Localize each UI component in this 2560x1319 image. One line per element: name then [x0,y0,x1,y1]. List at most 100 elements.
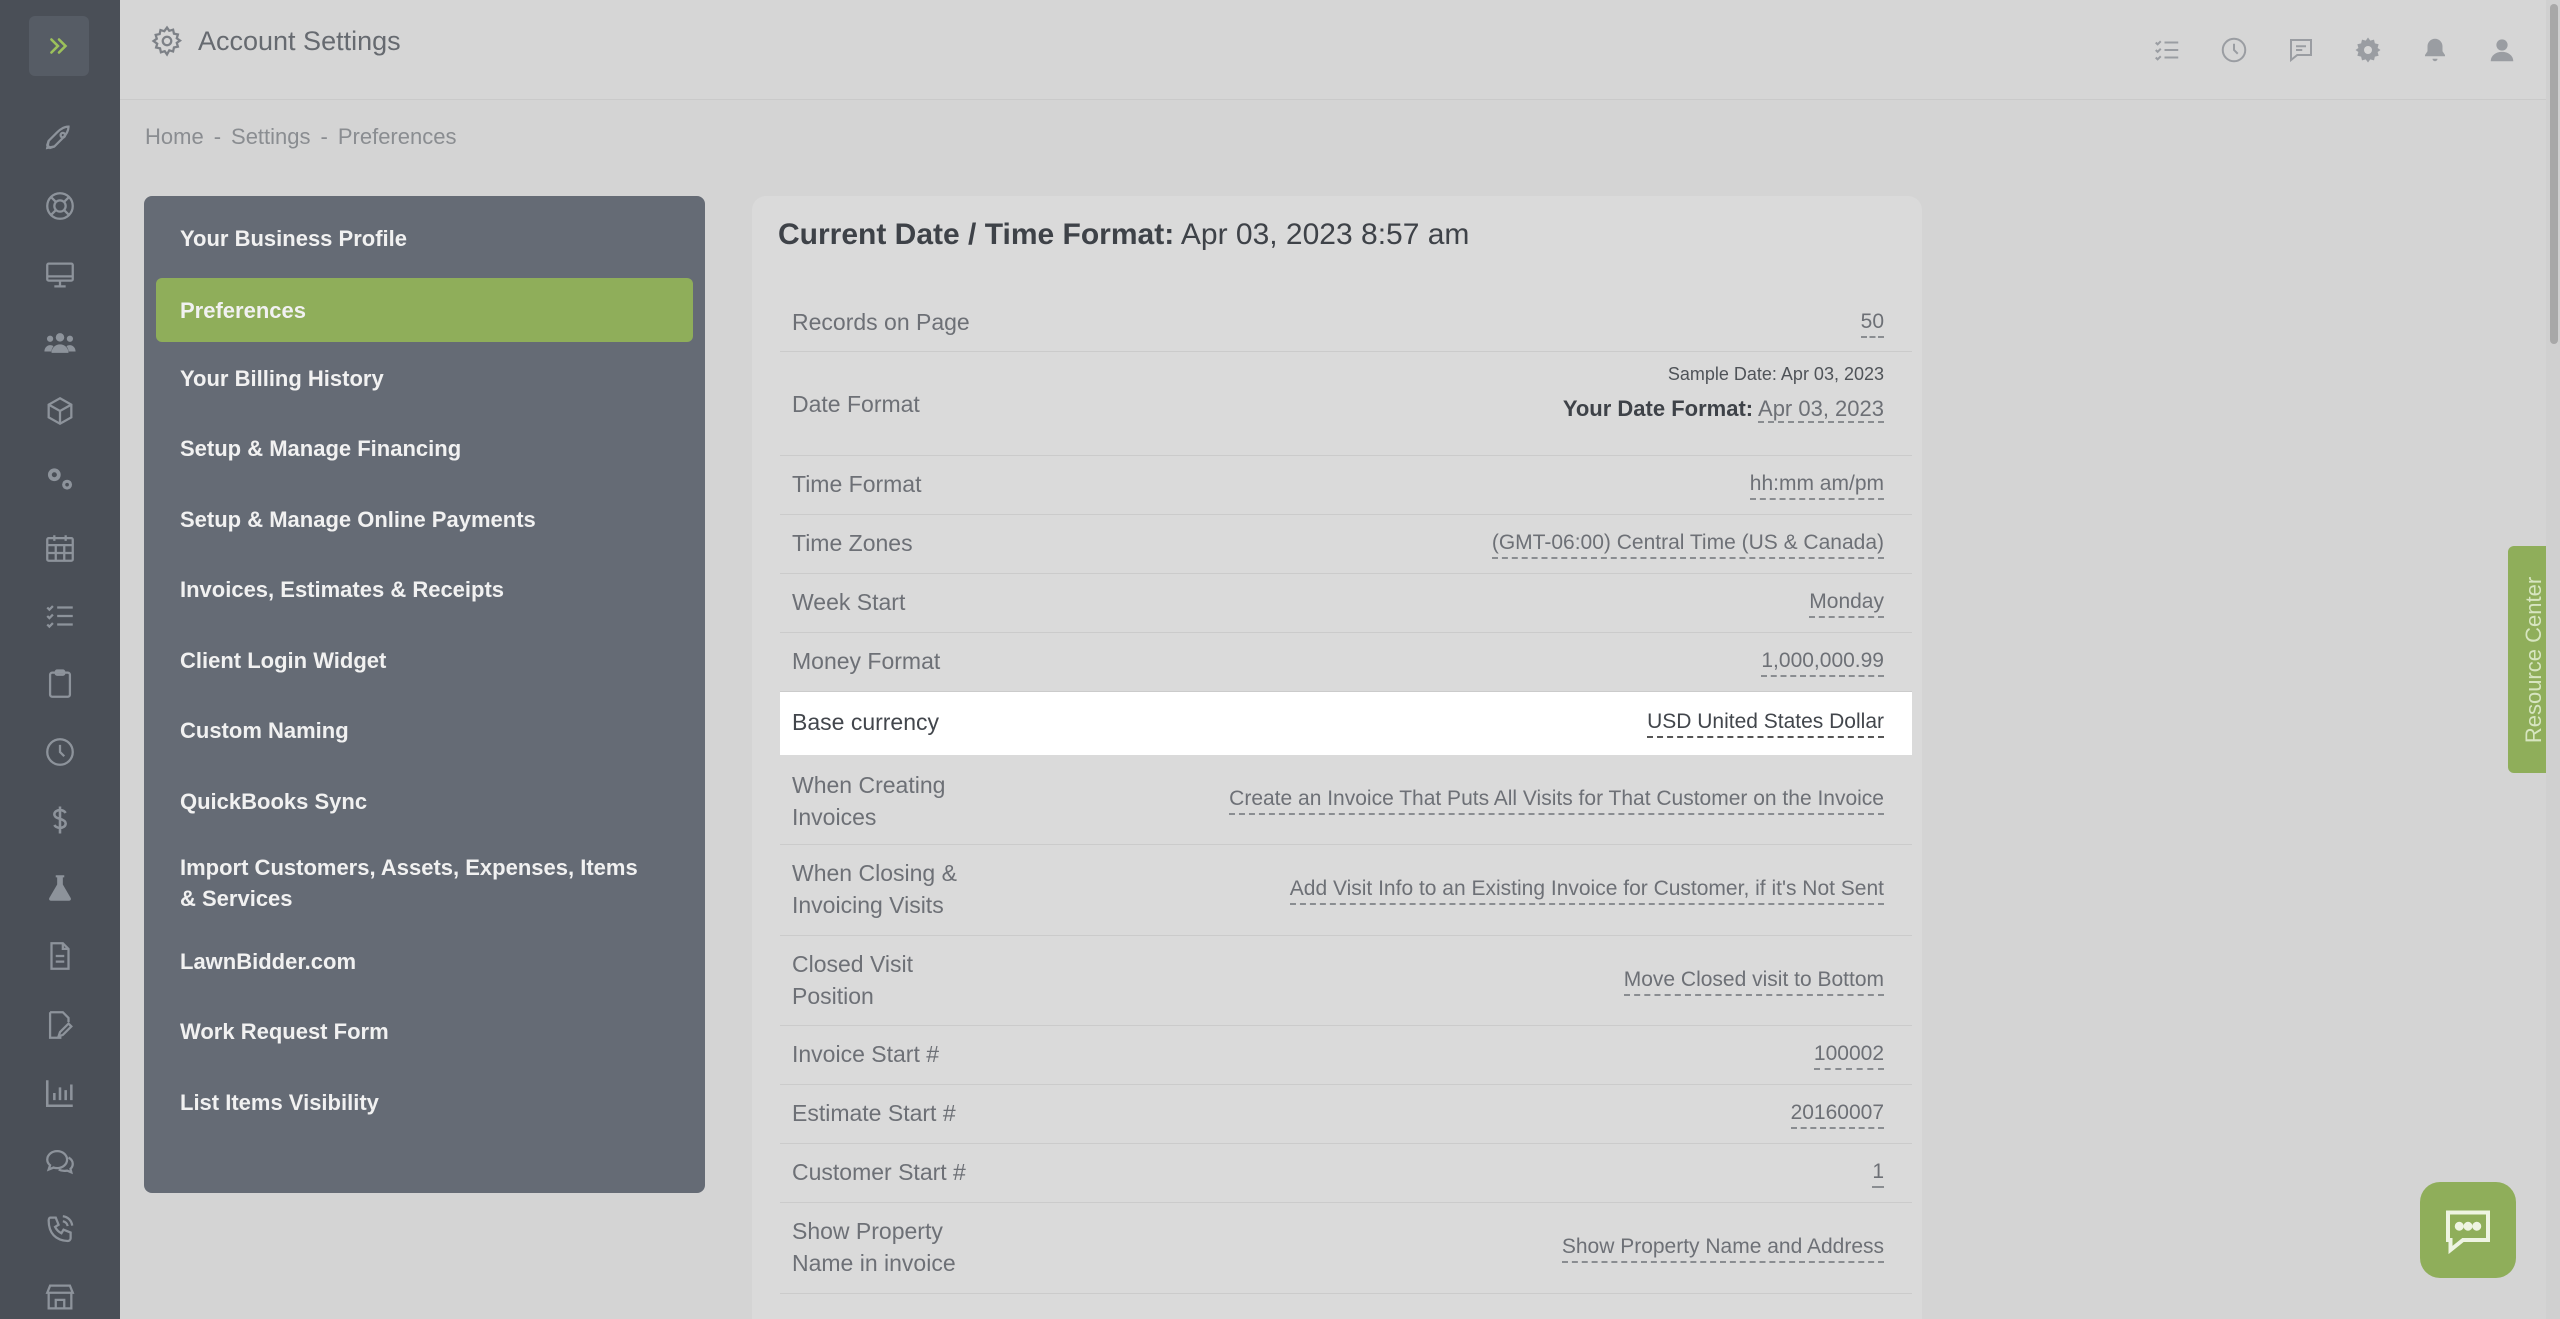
sidebar-item-import[interactable]: Import Customers, Assets, Expenses, Item… [156,848,693,918]
pref-label: Date Format [792,391,920,417]
sidebar-item-lawnbidder[interactable]: LawnBidder.com [156,937,693,985]
gear-icon [151,25,183,57]
users-icon[interactable] [36,319,84,367]
scrollbar-thumb[interactable] [2550,4,2558,344]
sample-date: Sample Date: Apr 03, 2023 [1667,364,1884,384]
page-scrollbar[interactable] [2546,0,2560,1319]
sidebar-item-label: List Items Visibility [180,1089,379,1115]
store-icon[interactable] [36,1273,84,1319]
pref-value-link[interactable]: Show Property Name and Address [1561,1233,1884,1263]
pref-row-time-zones: Time Zones (GMT-06:00) Central Time (US … [780,515,1912,574]
sidebar-item-label: Your Business Profile [180,225,407,251]
clipboard-icon[interactable] [36,660,84,708]
pref-label: Time Zones [792,530,913,556]
pref-row-show-property-name: Show Property Name in invoice Show Prope… [780,1203,1912,1294]
page-title-group: Account Settings [150,24,401,58]
pref-value-link[interactable]: Move Closed visit to Bottom [1623,966,1884,996]
gear-icon [2355,37,2380,63]
flask-icon[interactable] [36,864,84,912]
expand-rail-button[interactable] [29,16,89,76]
pref-row-when-creating-invoices: When Creating Invoices Create an Invoice… [780,757,1912,845]
pref-row-records-on-page: Records on Page 50 [780,294,1912,352]
cube-icon[interactable] [36,387,84,435]
sidebar-item-custom-naming[interactable]: Custom Naming [156,706,693,754]
user-icon [2490,39,2513,62]
checklist-icon [2154,40,2178,61]
pref-value-link[interactable]: 100002 [1813,1040,1884,1070]
pref-label: Time Format [792,471,922,497]
breadcrumb: Home - Settings - Preferences [145,124,456,150]
notifications-button[interactable] [2416,28,2453,72]
bell-icon [2424,38,2445,62]
pref-value-link[interactable]: Create an Invoice That Puts All Visits f… [1229,785,1884,815]
chat-bubbles-icon[interactable] [36,1137,84,1185]
pref-label: Week Start [792,589,906,615]
user-profile-button[interactable] [2483,28,2520,72]
your-date-format-label: Your Date Format: [1562,396,1754,421]
sidebar-item-financing[interactable]: Setup & Manage Financing [156,424,693,472]
top-header: Account Settings [120,0,2560,100]
sidebar-item-preferences[interactable]: Preferences [156,278,693,342]
calendar-icon[interactable] [36,524,84,572]
sidebar-item-label: Work Request Form [180,1018,389,1044]
pref-value-link[interactable]: hh:mm am/pm [1749,470,1884,500]
pref-label: When Closing & Invoicing Visits [792,860,957,918]
lifebuoy-icon[interactable] [36,182,84,230]
settings-button[interactable] [2349,28,2386,72]
monitor-icon[interactable] [36,251,84,299]
pref-row-week-start: Week Start Monday [780,574,1912,633]
tasks-button[interactable] [2148,28,2185,72]
your-date-format: Your Date Format: Apr 03, 2023 [1562,396,1884,423]
messages-button[interactable] [2282,28,2319,72]
dollar-icon[interactable] [36,796,84,844]
sidebar-item-online-payments[interactable]: Setup & Manage Online Payments [156,495,693,543]
rocket-icon[interactable] [36,114,84,162]
pref-value-link[interactable]: 1 [1872,1158,1884,1188]
history-button[interactable] [2215,28,2252,72]
live-chat-button[interactable] [2420,1182,2516,1278]
pref-label: Closed Visit Position [792,951,914,1009]
document-icon[interactable] [36,932,84,980]
pref-value-link[interactable]: USD United States Dollar [1647,708,1884,738]
sidebar-item-invoices-estimates[interactable]: Invoices, Estimates & Receipts [156,565,693,613]
pref-value-link[interactable]: 50 [1860,308,1884,338]
page-title: Account Settings [198,25,401,56]
sidebar-item-work-request-form[interactable]: Work Request Form [156,1007,693,1055]
phone-icon[interactable] [36,1205,84,1253]
icon-rail [0,0,120,1319]
chat-icon [2446,1210,2490,1255]
sidebar-item-client-login-widget[interactable]: Client Login Widget [156,636,693,684]
pref-value-link[interactable]: 1,000,000.99 [1761,647,1884,677]
pref-value-link[interactable]: 20160007 [1790,1099,1884,1129]
pref-value-link[interactable]: Monday [1809,588,1884,618]
breadcrumb-current: Preferences [337,124,457,149]
pref-value-link[interactable]: Apr 03, 2023 [1758,396,1884,423]
sidebar-item-label: Import Customers, Assets, Expenses, Item… [180,855,638,911]
pref-value-link[interactable]: Add Visit Info to an Existing Invoice fo… [1289,875,1884,905]
checklist-icon[interactable] [36,592,84,640]
settings-sidebar: Your Business Profile Preferences Your B… [144,196,705,1193]
pref-label: Show Property Name in invoice [792,1218,956,1276]
breadcrumb-separator: - [213,124,222,149]
sidebar-item-list-items-visibility[interactable]: List Items Visibility [156,1078,693,1126]
breadcrumb-home[interactable]: Home [145,124,204,150]
pref-label: Money Format [792,648,941,674]
resource-center-label: Resource Center [2521,576,2546,743]
sidebar-item-business-profile[interactable]: Your Business Profile [156,214,693,262]
pref-row-base-currency: Base currency USD United States Dollar [780,692,1912,755]
edit-document-icon[interactable] [36,1001,84,1049]
panel-title: Current Date / Time Format: Apr 03, 2023… [778,218,1469,252]
pref-value-link[interactable]: (GMT-06:00) Central Time (US & Canada) [1491,529,1884,559]
pref-row-closed-visit-position: Closed Visit Position Move Closed visit … [780,936,1912,1026]
gears-icon[interactable] [36,455,84,503]
sidebar-item-quickbooks-sync[interactable]: QuickBooks Sync [156,777,693,825]
panel-title-value: Apr 03, 2023 8:57 am [1180,218,1470,251]
sidebar-item-label: LawnBidder.com [180,948,357,974]
bar-chart-icon[interactable] [36,1069,84,1117]
pref-row-time-format: Time Format hh:mm am/pm [780,456,1912,515]
message-icon [2289,39,2312,63]
sidebar-item-label: Setup & Manage Online Payments [180,506,536,532]
sidebar-item-billing-history[interactable]: Your Billing History [156,354,693,402]
clock-icon[interactable] [36,728,84,776]
breadcrumb-settings[interactable]: Settings [231,124,311,150]
